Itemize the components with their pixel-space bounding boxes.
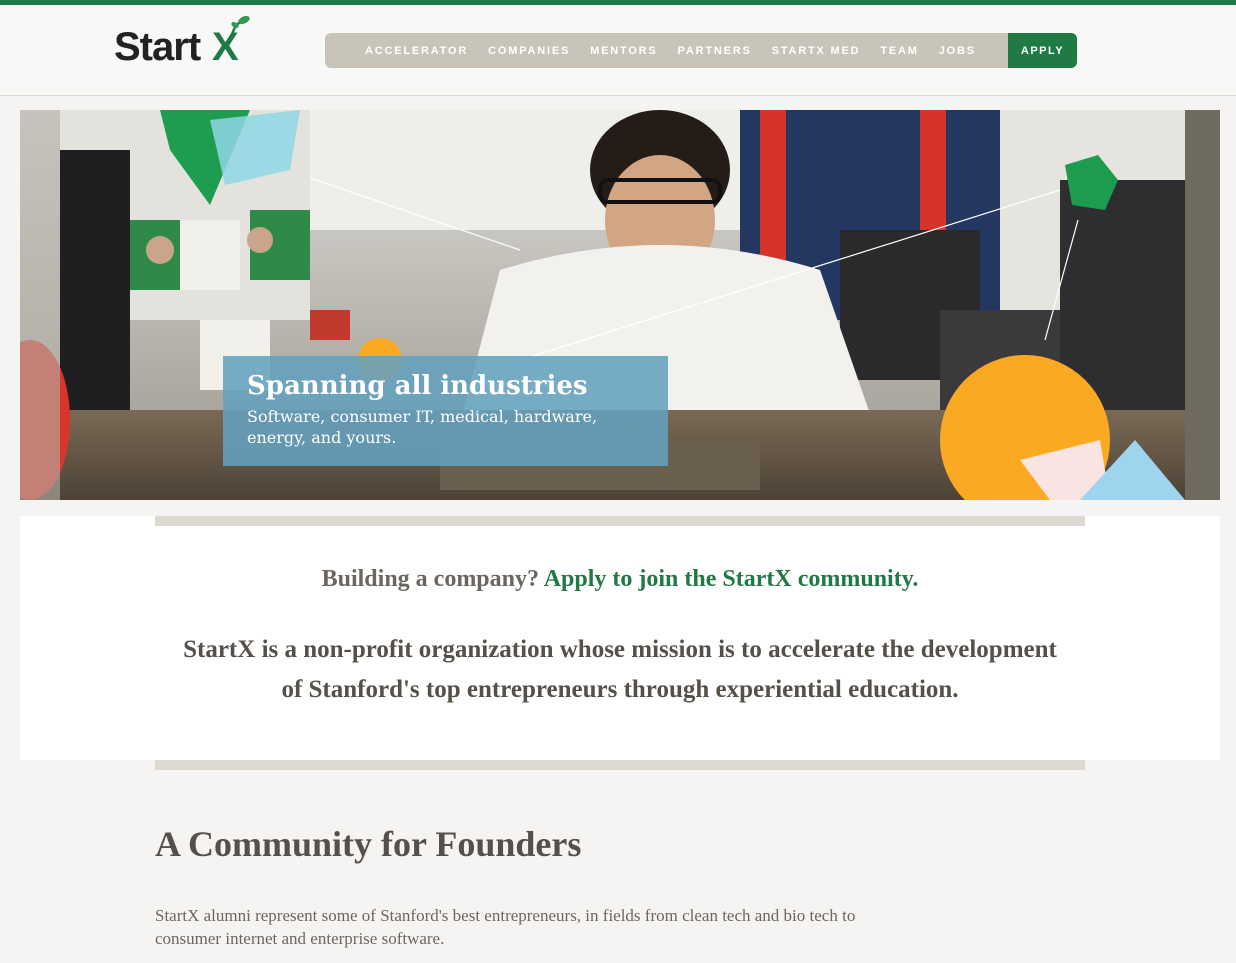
hero-title: Spanning all industries [247, 371, 588, 401]
apply-callout: Building a company? Apply to join the St… [20, 566, 1220, 593]
nav-startx-med[interactable]: STARTX MED [772, 45, 861, 57]
startx-logo[interactable]: Start X [114, 15, 259, 73]
community-description: StartX alumni represent some of Stanford… [155, 906, 856, 948]
main-nav: ACCELERATOR COMPANIES MENTORS PARTNERS S… [325, 33, 1077, 68]
logo-wordmark: Start [114, 25, 201, 69]
mission-statement: StartX is a non-profit organization whos… [183, 636, 1057, 703]
site-header: Start X ACCELERATOR COMPANIES MENTORS PA… [0, 5, 1236, 96]
apply-community-link[interactable]: Apply to join the StartX community. [544, 566, 919, 592]
community-heading: A Community for Founders [155, 824, 582, 864]
nav-accelerator[interactable]: ACCELERATOR [365, 45, 468, 57]
nav-apply-button[interactable]: APPLY [1008, 33, 1077, 68]
hero-subtitle: Software, consumer IT, medical, hardware… [247, 407, 598, 447]
hero-caption: Spanning all industries Software, consum… [223, 356, 668, 466]
nav-companies[interactable]: COMPANIES [488, 45, 570, 57]
apply-callout-lead: Building a company? [321, 566, 540, 592]
nav-partners[interactable]: PARTNERS [678, 45, 752, 57]
nav-mentors[interactable]: MENTORS [590, 45, 657, 57]
nav-team[interactable]: TEAM [880, 45, 918, 57]
sprout-leaf-icon [230, 15, 250, 36]
hero-banner[interactable]: Spanning all industries Software, consum… [20, 110, 1220, 500]
panel-bottom-band [155, 760, 1085, 770]
mission-panel: Building a company? Apply to join the St… [20, 516, 1220, 760]
nav-jobs[interactable]: JOBS [939, 45, 976, 57]
panel-top-band [155, 516, 1085, 526]
